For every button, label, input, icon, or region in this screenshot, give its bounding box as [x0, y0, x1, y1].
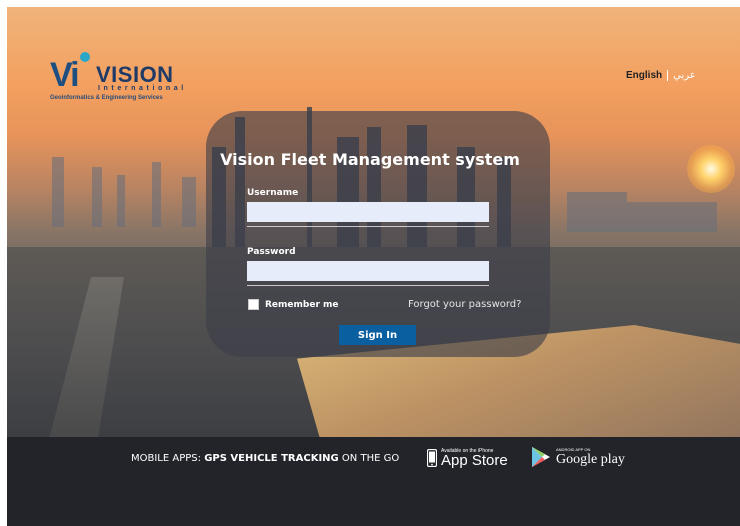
username-label: Username [247, 188, 299, 198]
iphone-icon [427, 449, 437, 467]
username-underline [247, 226, 489, 227]
google-play-badge[interactable]: ANDROID APP ON Google play [531, 446, 625, 468]
login-card [206, 111, 550, 357]
remember-checkbox[interactable] [248, 299, 259, 310]
logo-mark: Vi [50, 56, 79, 94]
language-switcher: English عربي [626, 70, 696, 81]
app-store-label: App Store [441, 452, 508, 469]
remember-me[interactable]: Remember me [248, 299, 339, 310]
login-title: Vision Fleet Management system [220, 150, 520, 169]
footer: MOBILE APPS: GPS VEHICLE TRACKING ON THE… [7, 437, 740, 526]
google-play-icon [532, 447, 550, 467]
password-underline [247, 285, 489, 286]
lang-separator [667, 70, 669, 81]
vision-logo: Vi VISION International Geoinformatics &… [50, 52, 190, 108]
sign-in-button[interactable]: Sign In [339, 325, 416, 345]
logo-tagline: Geoinformatics & Engineering Services [50, 95, 163, 101]
forgot-password-link[interactable]: Forgot your password? [408, 299, 521, 310]
logo-dot-icon [80, 52, 90, 62]
logo-subtitle: International [98, 85, 187, 92]
password-label: Password [247, 247, 296, 257]
google-play-label: Google play [556, 452, 625, 467]
app-store-badge[interactable]: Available on the iPhone App Store [427, 448, 508, 468]
lang-arabic-link[interactable]: عربي [673, 70, 696, 81]
mobile-apps-text: MOBILE APPS: GPS VEHICLE TRACKING ON THE… [131, 453, 400, 464]
lang-english-link[interactable]: English [626, 70, 662, 81]
remember-label: Remember me [265, 299, 339, 310]
username-input[interactable] [247, 202, 489, 222]
password-input[interactable] [247, 261, 489, 281]
